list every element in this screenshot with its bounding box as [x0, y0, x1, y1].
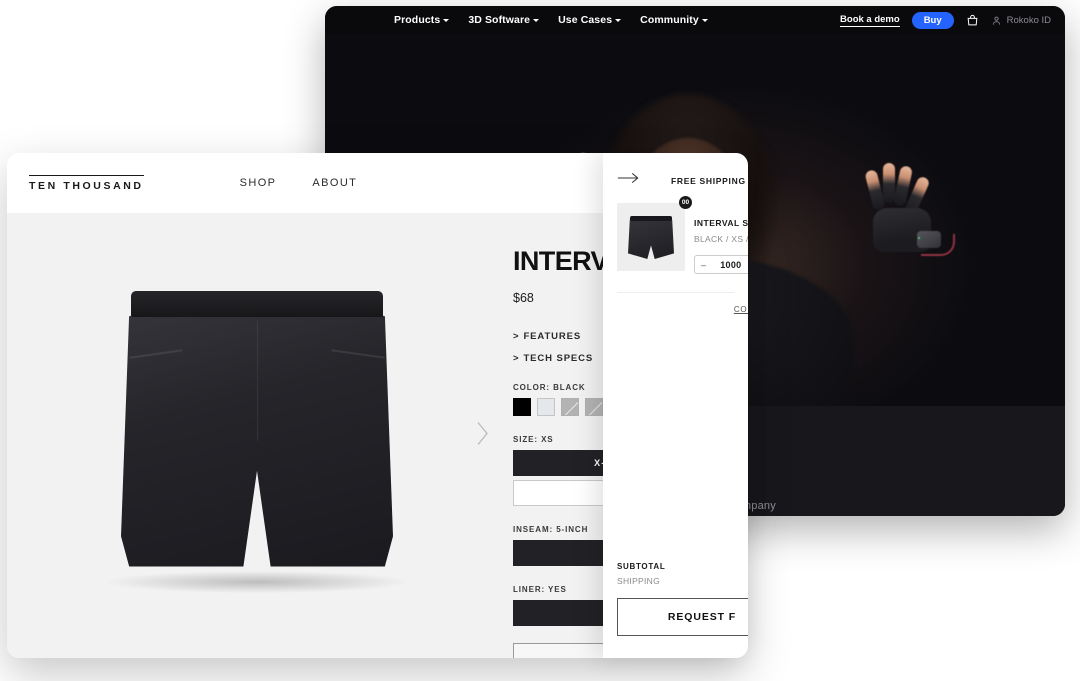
cart-drawer-header: FREE SHIPPING: [603, 153, 748, 190]
nav-item-3d-software[interactable]: 3D Software: [468, 14, 540, 26]
cart-item-variant: BLACK / XS / 5-: [694, 234, 748, 244]
nav-item-community[interactable]: Community: [640, 14, 708, 26]
color-swatch-white[interactable]: [537, 398, 555, 416]
rokoko-nav-links: Products 3D Software Use Cases Community: [394, 14, 708, 26]
shopping-bag-icon[interactable]: [966, 14, 979, 27]
rokoko-navbar: Products 3D Software Use Cases Community…: [325, 6, 1065, 34]
product-image-shorts: [87, 290, 427, 593]
cart-quantity-stepper[interactable]: – 1000 +: [694, 255, 748, 274]
nav-item-products[interactable]: Products: [394, 14, 450, 26]
quantity-decrement-button[interactable]: –: [701, 260, 706, 270]
cart-item-quantity-badge: 00: [679, 196, 692, 209]
nav-item-use-cases[interactable]: Use Cases: [558, 14, 622, 26]
nav-item-about[interactable]: ABOUT: [312, 177, 357, 189]
ten-thousand-logo[interactable]: TEN THOUSAND: [29, 174, 144, 192]
nav-item-use-cases-label: Use Cases: [558, 14, 613, 26]
rokoko-id-account[interactable]: Rokoko ID: [991, 15, 1051, 26]
cart-summary: SUBTOTAL SHIPPING REQUEST F: [603, 562, 748, 658]
gallery-next-arrow[interactable]: [476, 420, 489, 451]
cart-quantity-value: 1000: [720, 259, 742, 270]
product-gallery: [7, 213, 507, 658]
nav-item-3d-software-label: 3D Software: [468, 14, 531, 26]
cart-drawer: FREE SHIPPING 00 INTERVAL SHO BLACK / XS…: [603, 153, 748, 658]
continue-shopping-link[interactable]: CONTINUE: [603, 293, 748, 314]
person-icon: [992, 16, 1000, 25]
free-shipping-label: FREE SHIPPING: [671, 175, 746, 186]
request-free-shipping-button[interactable]: REQUEST F: [617, 598, 748, 636]
rokoko-id-label: Rokoko ID: [1006, 14, 1051, 26]
cart-item-details: INTERVAL SHO BLACK / XS / 5- – 1000 +: [694, 203, 748, 274]
color-swatch-grey-2[interactable]: [585, 398, 603, 416]
color-swatch-black[interactable]: [513, 398, 531, 416]
accordion-chevron-icon: >: [513, 353, 520, 364]
nav-item-community-label: Community: [640, 14, 699, 26]
chevron-down-icon: [443, 19, 450, 22]
rokoko-nav-actions: Book a demo Buy Rokoko ID: [840, 11, 1051, 29]
buy-button[interactable]: Buy: [911, 11, 954, 29]
accordion-tech-specs-label: TECH SPECS: [523, 353, 594, 364]
chevron-right-icon: [477, 421, 488, 445]
accordion-features-label: FEATURES: [523, 331, 582, 342]
color-swatch-grey-1[interactable]: [561, 398, 579, 416]
arrow-right-glyph: [617, 172, 639, 184]
cart-item-thumbnail[interactable]: [617, 203, 685, 271]
accordion-chevron-icon: >: [513, 331, 520, 342]
arrow-right-icon[interactable]: [617, 171, 639, 190]
cart-line-item: 00 INTERVAL SHO BLACK / XS / 5- – 1000 +: [603, 190, 748, 274]
chevron-down-icon: [533, 19, 540, 22]
nav-item-products-label: Products: [394, 14, 441, 26]
book-a-demo-link[interactable]: Book a demo: [840, 14, 900, 27]
mocap-glove-right: [864, 160, 956, 257]
subtotal-label: SUBTOTAL: [617, 562, 666, 571]
chevron-down-icon: [615, 19, 622, 22]
shipping-label: SHIPPING: [617, 576, 661, 586]
nav-item-shop[interactable]: SHOP: [240, 177, 277, 189]
cart-item-name: INTERVAL SHO: [694, 218, 748, 228]
chevron-down-icon: [701, 19, 708, 22]
ten-thousand-nav: SHOP ABOUT: [240, 177, 358, 189]
